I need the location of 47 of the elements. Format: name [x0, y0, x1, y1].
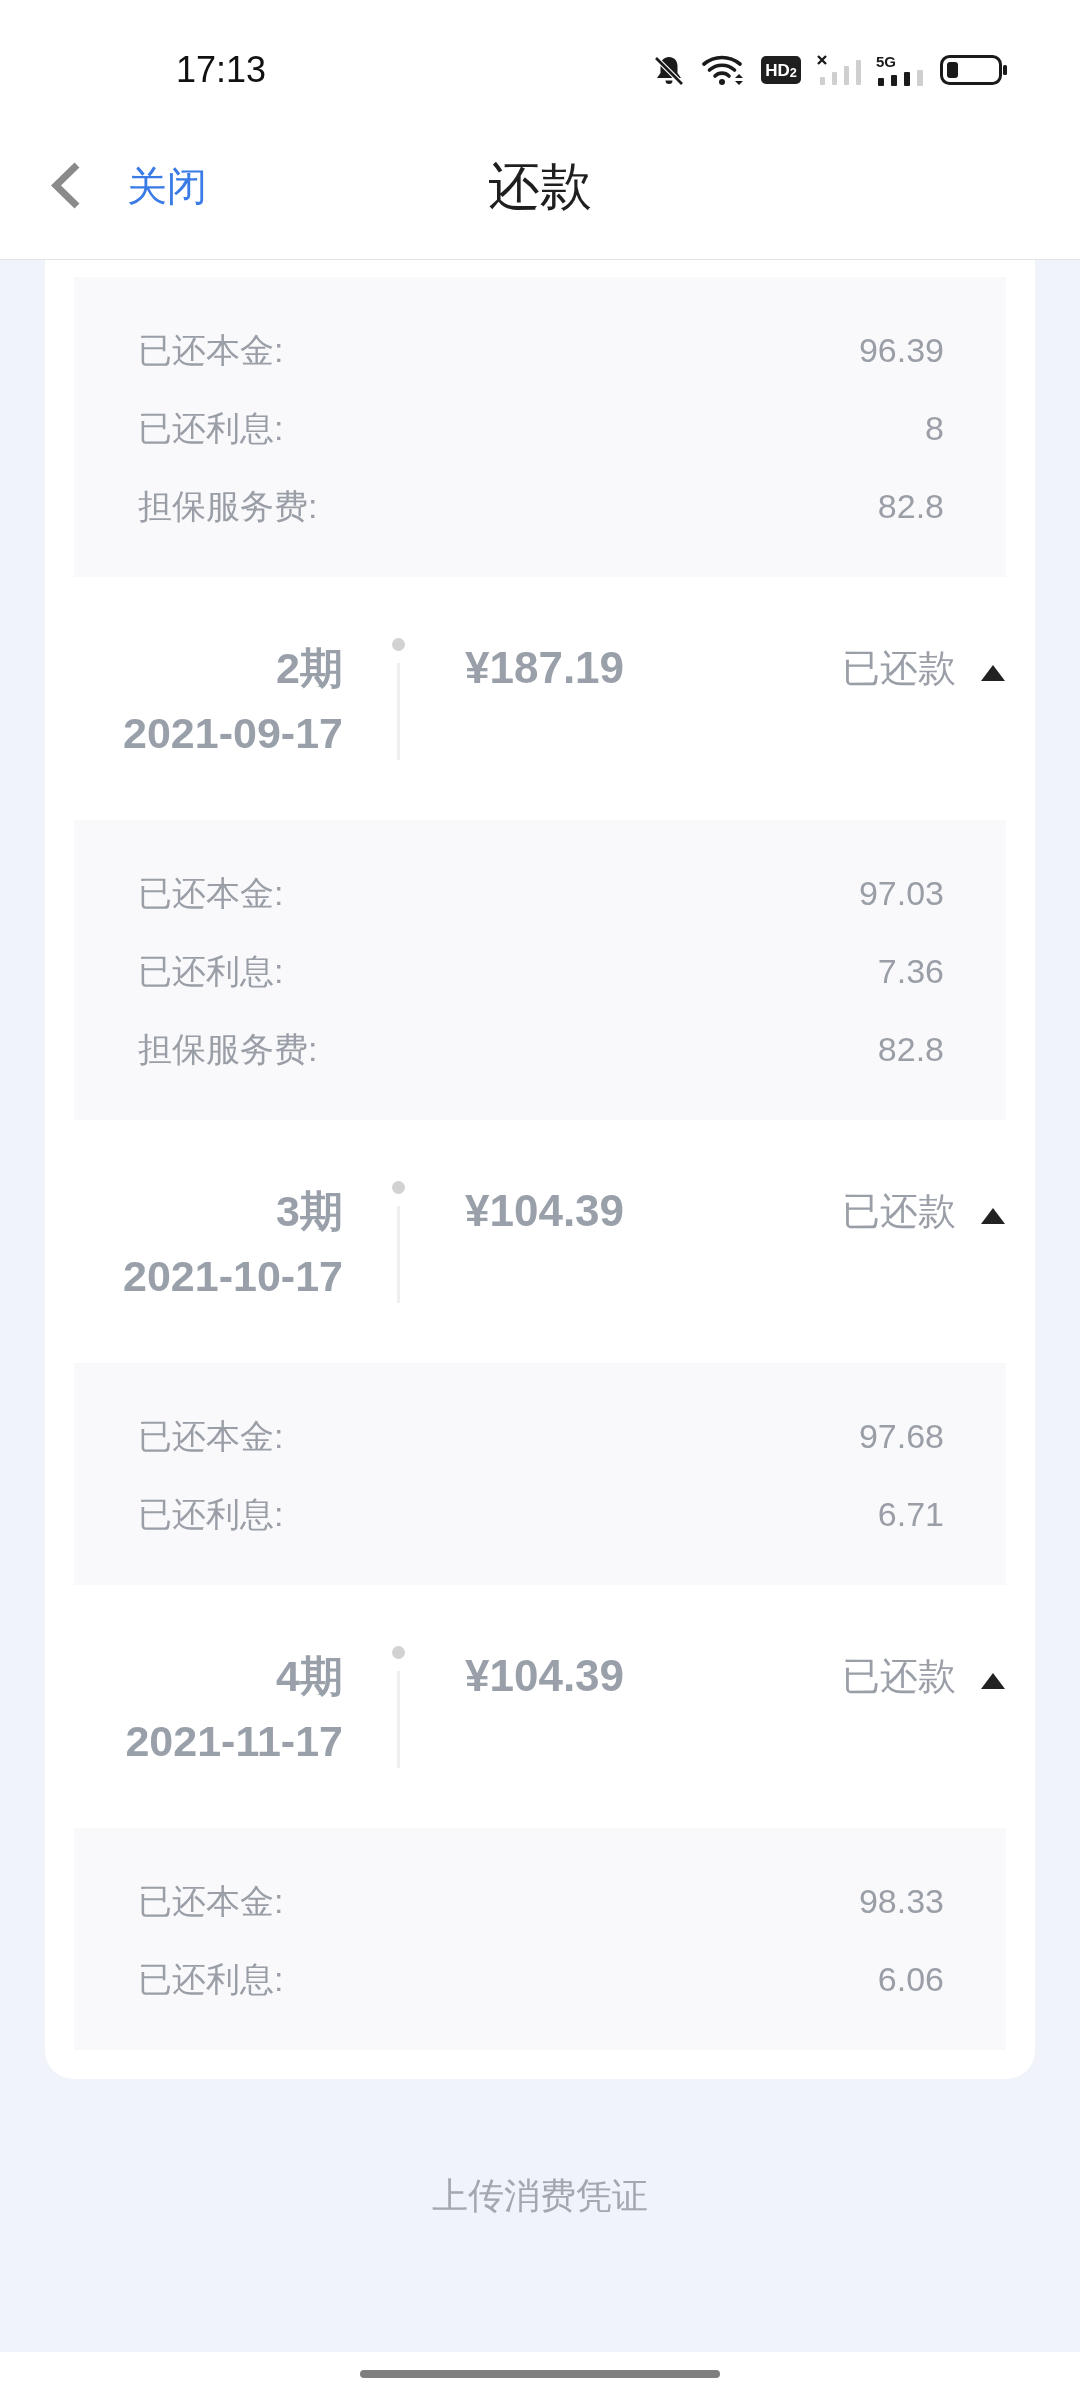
detail-label: 已还利息:	[138, 411, 284, 445]
detail-label: 已还本金:	[138, 333, 284, 367]
detail-value: 6.06	[877, 1962, 944, 1996]
due-date: 2021-10-17	[123, 1251, 343, 1301]
detail-value: 97.68	[858, 1419, 944, 1453]
signal-icon	[876, 70, 923, 86]
status-label: 已还款	[842, 646, 956, 691]
caret-icon[interactable]	[981, 1673, 1005, 1689]
detail-label: 已还利息:	[138, 1962, 284, 1996]
due-date: 2021-09-17	[123, 708, 343, 758]
hd-badge: HD$_{2}$	[761, 56, 801, 84]
upload-receipt-link[interactable]: 上传消费凭证	[432, 2171, 648, 2221]
detail-value: 82.8	[877, 1032, 944, 1066]
detail-value: 96.39	[858, 333, 944, 367]
period-label: 4期	[276, 1651, 343, 1701]
status-time: 17:13	[176, 52, 267, 88]
detail-label: 已还利息:	[138, 1497, 284, 1531]
network-type-label: 5G	[876, 54, 896, 69]
status-label: 已还款	[842, 1189, 956, 1234]
period-label: 2期	[276, 643, 343, 693]
period-label: 3期	[276, 1186, 343, 1236]
detail-label: 担保服务费:	[138, 489, 318, 523]
detail-value: 8	[925, 411, 944, 445]
wifi-icon	[702, 54, 746, 86]
detail-label: 已还本金:	[138, 1419, 284, 1453]
detail-value: 6.71	[877, 1497, 944, 1531]
caret-icon[interactable]	[981, 1208, 1005, 1224]
detail-label: 已还本金:	[138, 1884, 284, 1918]
amount: ¥104.39	[465, 1186, 625, 1235]
detail-label: 担保服务费:	[138, 1032, 318, 1066]
caret-icon[interactable]	[981, 665, 1005, 681]
no-signal-icon	[817, 55, 861, 85]
detail-value: 7.36	[877, 954, 944, 988]
amount: ¥187.19	[465, 643, 625, 692]
detail-label: 已还利息:	[138, 954, 284, 988]
detail-value: 97.03	[858, 876, 944, 910]
back-icon[interactable]	[50, 161, 81, 210]
detail-value: 98.33	[858, 1884, 944, 1918]
status-label: 已还款	[842, 1654, 956, 1699]
detail-value: 82.8	[877, 489, 944, 523]
close-link[interactable]: 关闭	[127, 165, 207, 206]
page-title: 还款	[488, 159, 592, 212]
amount: ¥104.39	[465, 1651, 625, 1700]
notifications-off-icon	[653, 54, 685, 86]
due-date: 2021-11-17	[125, 1716, 343, 1766]
battery-icon	[940, 55, 1007, 85]
detail-label: 已还本金:	[138, 876, 284, 910]
